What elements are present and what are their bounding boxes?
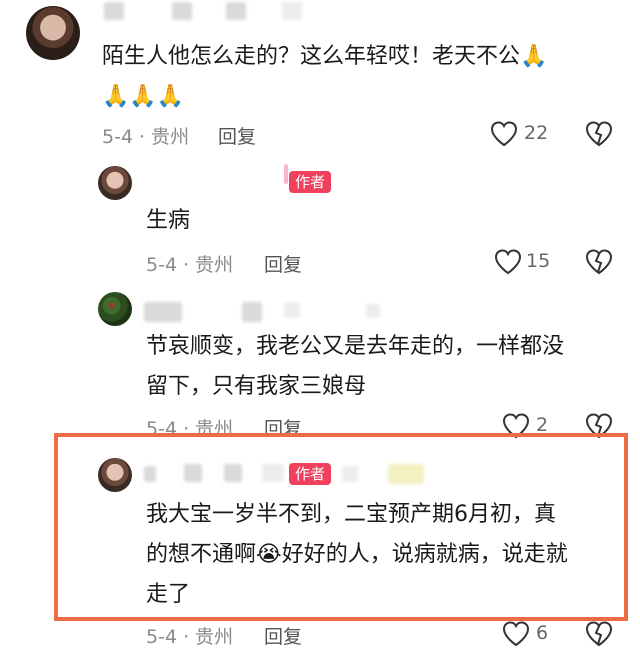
comment-text: 节哀顺变，我老公又是去年走的，一样都没 — [146, 334, 565, 359]
username-redacted — [366, 304, 380, 318]
comment-text: 的想不通啊😭好好的人，说病就病，说走就 — [146, 542, 568, 567]
avatar[interactable] — [98, 458, 132, 492]
dislike-icon[interactable] — [584, 120, 614, 148]
dislike-icon[interactable] — [584, 620, 614, 648]
comment-meta: 5-4 · 贵州 — [102, 126, 190, 148]
avatar[interactable] — [26, 6, 80, 60]
comment-text: 我大宝一岁半不到，二宝预产期6月初，真 — [146, 502, 556, 527]
username-redacted — [224, 464, 242, 482]
like-count: 6 — [536, 622, 549, 644]
avatar[interactable] — [98, 292, 132, 326]
reply-button[interactable]: 回复 — [218, 122, 256, 149]
comment-text: 走了 — [146, 582, 191, 607]
comment-meta: 5-4 · 贵州 — [146, 626, 234, 648]
username-redacted — [262, 464, 284, 482]
username-redacted — [226, 2, 246, 20]
comment-emoji-line: 🙏🙏🙏 — [102, 84, 185, 109]
like-count: 15 — [526, 250, 551, 272]
heart-icon[interactable] — [501, 620, 531, 648]
reply-button[interactable]: 回复 — [264, 250, 302, 277]
comment-meta: 5-4 · 贵州 — [146, 254, 234, 276]
heart-icon[interactable] — [489, 120, 519, 148]
username-redacted — [172, 2, 192, 20]
like-count: 22 — [524, 122, 549, 144]
username-redacted — [282, 2, 302, 20]
avatar[interactable] — [98, 166, 132, 200]
comment-text: 陌生人他怎么走的？这么年轻哎！老天不公🙏 — [102, 44, 548, 69]
comment-text: 留下，只有我家三娘母 — [146, 374, 367, 399]
username-redacted — [144, 302, 182, 322]
username-redacted — [242, 302, 262, 322]
author-badge: 作者 — [289, 171, 332, 193]
comment-text: 生病 — [146, 208, 191, 233]
dislike-icon[interactable] — [584, 248, 614, 276]
username-redacted — [388, 464, 424, 484]
author-badge: 作者 — [289, 463, 332, 485]
username-redacted — [104, 2, 124, 20]
heart-icon[interactable] — [493, 248, 523, 276]
username-redacted — [184, 464, 202, 482]
crying-emoji: 😭 — [256, 542, 282, 567]
username-redacted — [342, 466, 358, 482]
username-redacted — [284, 164, 288, 184]
reply-button[interactable]: 回复 — [264, 622, 302, 649]
username-redacted — [144, 466, 156, 482]
username-redacted — [284, 302, 300, 318]
